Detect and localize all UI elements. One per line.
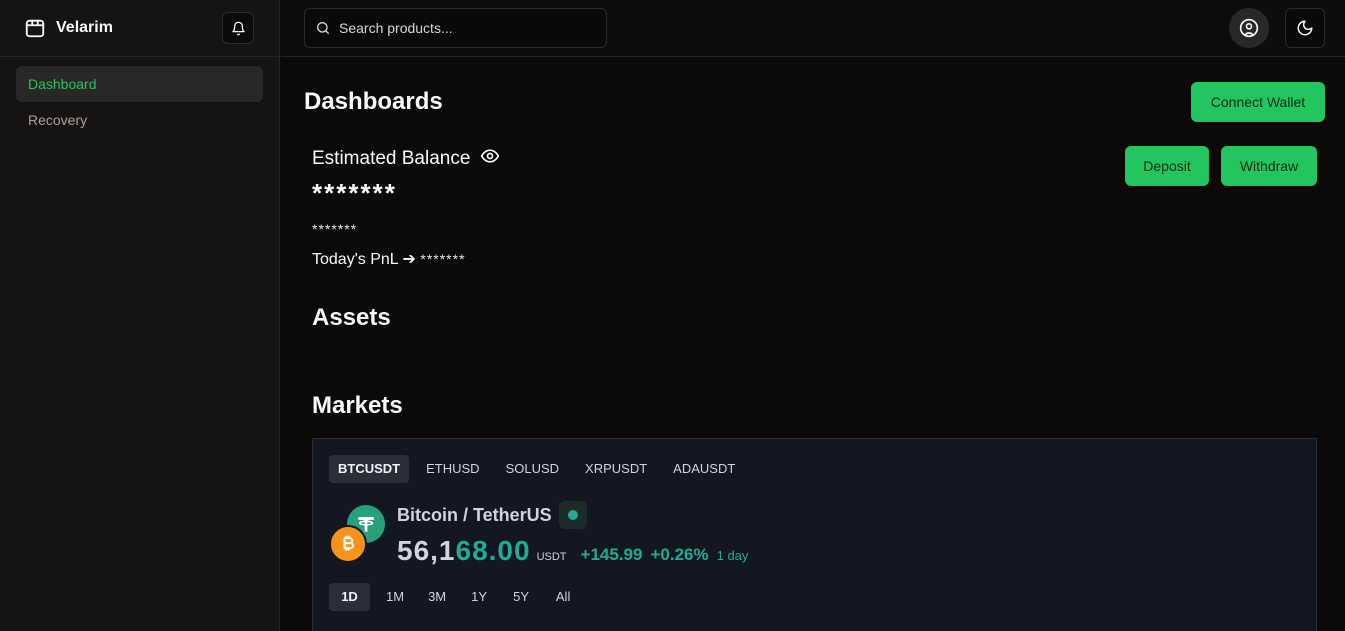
search-box[interactable] — [304, 8, 607, 48]
market-status-badge — [559, 501, 587, 529]
range-tab-1m[interactable]: 1M — [378, 583, 412, 611]
price-static-part: 56,1 — [397, 535, 456, 566]
user-menu-button[interactable] — [1229, 8, 1269, 48]
pnl-label: Today's PnL ➔ — [312, 251, 416, 268]
connect-wallet-button[interactable]: Connect Wallet — [1191, 82, 1325, 122]
last-price: 56,168.00 — [397, 535, 531, 567]
balance-value: ******* — [312, 178, 397, 208]
price-changed-part: 68.00 — [455, 535, 531, 566]
brand-name: Velarim — [56, 19, 113, 36]
symbol-tabs: BTCUSDT ETHUSD SOLUSD XRPUSDT ADAUSDT — [329, 455, 744, 483]
symbol-tab-xrpusdt[interactable]: XRPUSDT — [576, 455, 656, 483]
sidebar-item-dashboard[interactable]: Dashboard — [16, 66, 263, 102]
search-input[interactable] — [339, 20, 589, 36]
brand[interactable]: Velarim — [24, 17, 113, 39]
markets-title: Markets — [312, 392, 403, 419]
pair-name: Bitcoin / TetherUS — [397, 505, 552, 525]
estimated-balance-label: Estimated Balance — [312, 148, 500, 170]
range-tab-5y[interactable]: 5Y — [504, 583, 538, 611]
balance-label-text: Estimated Balance — [312, 148, 471, 169]
symbol-tab-btcusdt[interactable]: BTCUSDT — [329, 455, 410, 483]
balance-secondary-value: ******* — [312, 221, 358, 237]
market-open-indicator — [568, 510, 578, 520]
pair-icons — [329, 505, 389, 565]
price-unit: USDT — [536, 551, 567, 563]
sidebar-header: Velarim — [0, 0, 279, 57]
range-tab-1y[interactable]: 1Y — [462, 583, 496, 611]
range-tab-1d[interactable]: 1D — [329, 583, 370, 611]
symbol-tab-solusd[interactable]: SOLUSD — [497, 455, 568, 483]
price-change-percent: +0.26% — [650, 545, 709, 564]
bitcoin-icon — [329, 525, 367, 563]
assets-title: Assets — [312, 304, 391, 331]
todays-pnl: Today's PnL ➔ ******* — [312, 249, 466, 269]
page-title: Dashboards — [304, 88, 443, 115]
sidebar-item-recovery[interactable]: Recovery — [16, 102, 263, 138]
topbar — [281, 0, 1345, 57]
sidebar: Velarim Dashboard Recovery — [0, 0, 280, 631]
user-circle-icon — [1239, 18, 1259, 38]
pnl-value: ******* — [420, 251, 466, 267]
moon-icon — [1296, 19, 1314, 37]
sidebar-nav: Dashboard Recovery — [0, 57, 279, 147]
bell-icon — [231, 21, 246, 36]
package-icon — [24, 17, 46, 39]
deposit-button[interactable]: Deposit — [1125, 146, 1209, 186]
search-icon — [315, 20, 331, 36]
range-tabs: 1D 1M 3M 1Y 5Y All — [329, 583, 584, 611]
notifications-button[interactable] — [222, 12, 254, 44]
market-widget: BTCUSDT ETHUSD SOLUSD XRPUSDT ADAUSDT Bi… — [312, 438, 1317, 631]
symbol-tab-adausdt[interactable]: ADAUSDT — [664, 455, 744, 483]
change-period: 1 day — [716, 548, 749, 563]
eye-icon[interactable] — [480, 146, 500, 166]
symbol-tab-ethusd[interactable]: ETHUSD — [417, 455, 488, 483]
price-row: 56,168.00 USDT +145.99 +0.26% 1 day — [397, 535, 748, 567]
withdraw-button[interactable]: Withdraw — [1221, 146, 1317, 186]
range-tab-3m[interactable]: 3M — [420, 583, 454, 611]
range-tab-all[interactable]: All — [546, 583, 580, 611]
price-change: +145.99 — [580, 545, 643, 564]
theme-toggle-button[interactable] — [1285, 8, 1325, 48]
